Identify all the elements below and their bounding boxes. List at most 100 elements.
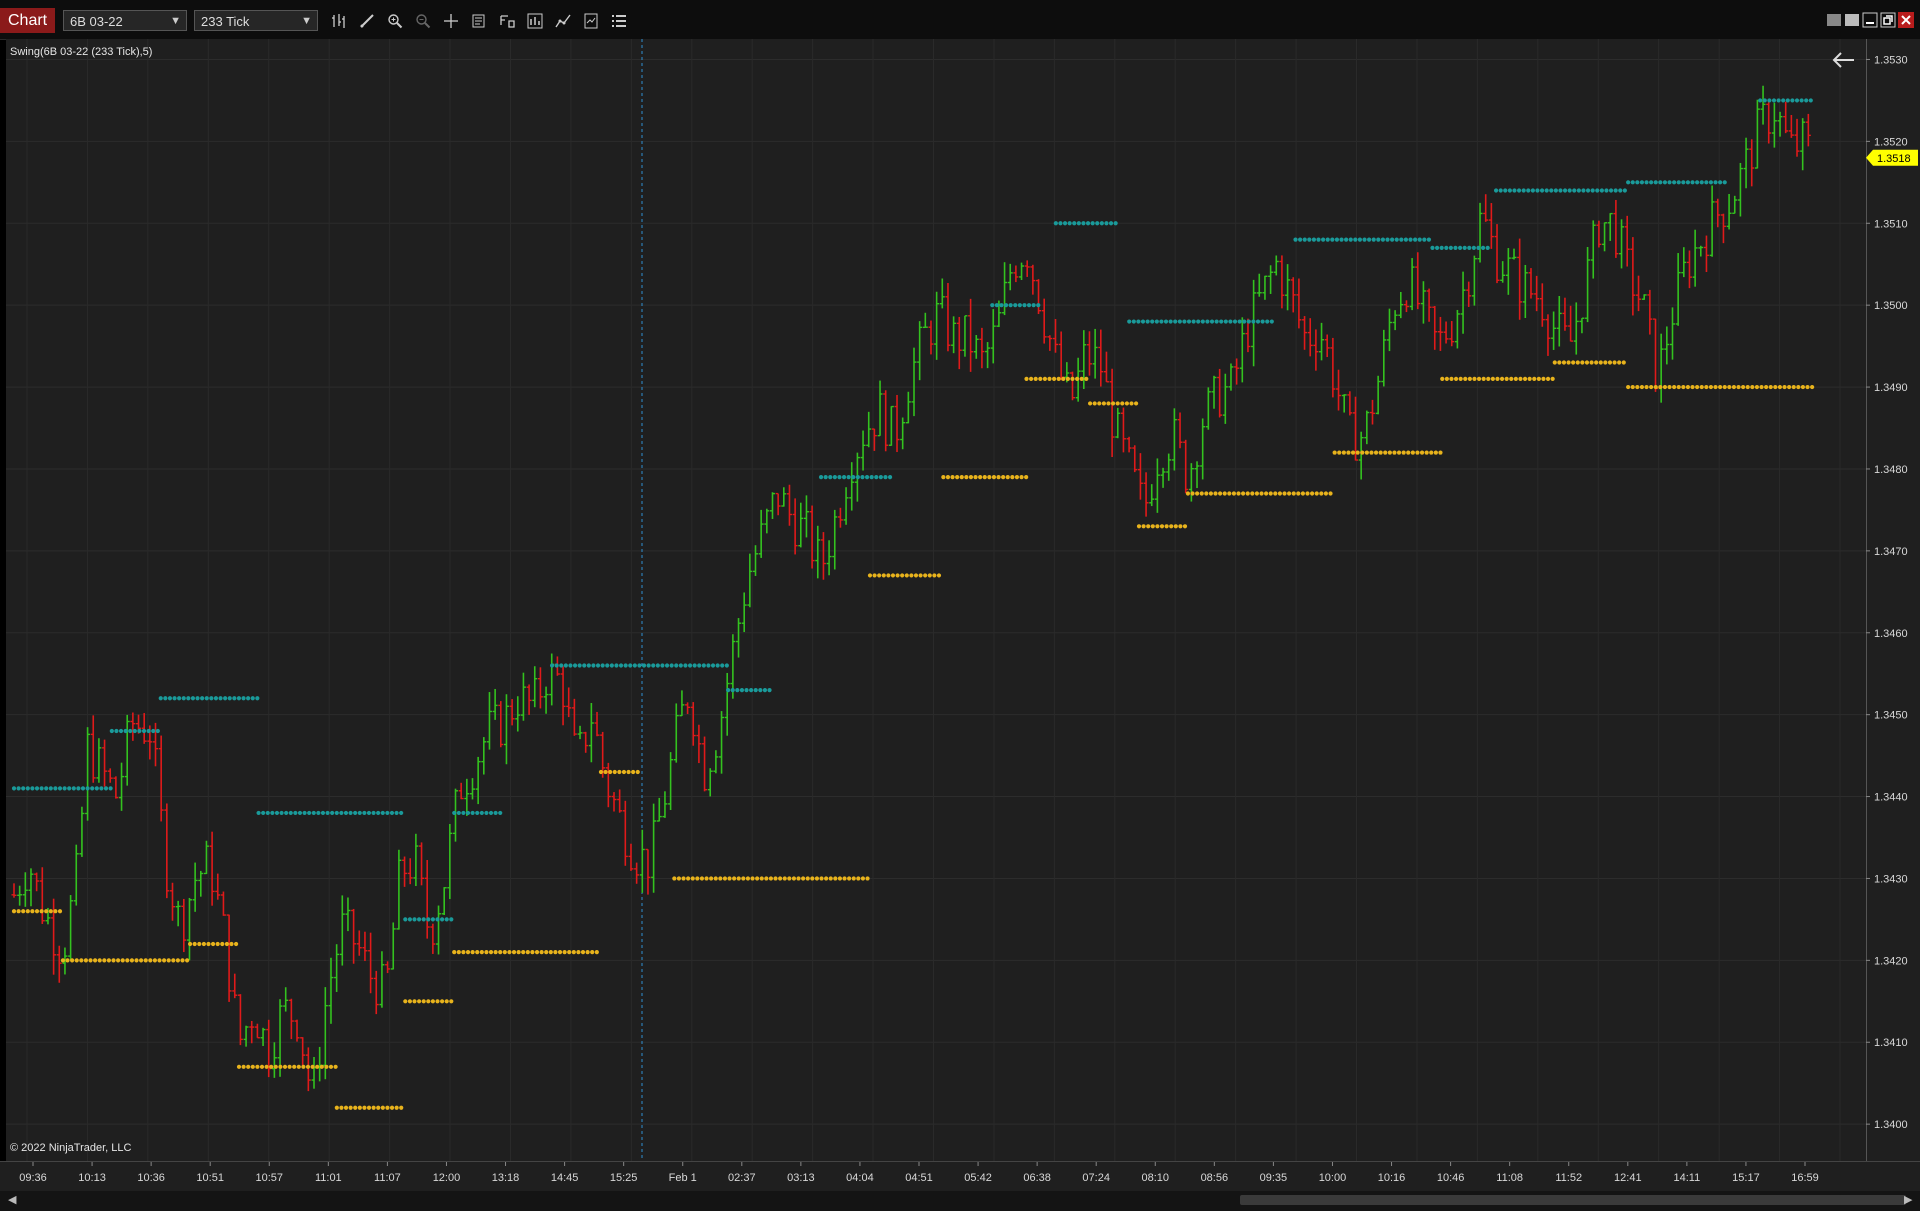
ohlc-bar: [526, 684, 532, 715]
swing-high-line: [158, 696, 260, 701]
time-tick-label: 10:13: [78, 1172, 106, 1184]
ohlc-bar: [249, 1020, 255, 1044]
ohlc-bar: [747, 553, 753, 608]
time-axis[interactable]: 09:36 10:13 10:36 10:51 10:57 11:01 11:07 12:00…: [0, 1161, 1920, 1192]
ohlc-bar: [1619, 219, 1625, 269]
ohlc-bar: [769, 492, 775, 519]
time-tick-label: 10:57: [256, 1172, 284, 1184]
time-tick-label: 16:59: [1791, 1172, 1819, 1184]
swing-low-line: [403, 999, 454, 1004]
ohlc-bar: [1494, 224, 1500, 284]
price-tick-label: 1.3480: [1874, 464, 1908, 476]
ohlc-bar: [990, 309, 996, 364]
ohlc-bar: [1154, 458, 1160, 513]
window-layout-icon[interactable]: [1844, 12, 1860, 28]
ohlc-bar: [1681, 247, 1687, 278]
price-tick-label: 1.3530: [1874, 54, 1908, 66]
scroll-right-icon[interactable]: ▶: [1904, 1193, 1912, 1206]
ohlc-bar: [707, 768, 713, 797]
ohlc-bar: [1171, 408, 1177, 471]
strategies-icon[interactable]: [524, 10, 546, 32]
data-box-icon[interactable]: [468, 10, 490, 32]
indicators-icon[interactable]: [552, 10, 574, 32]
instrument-selector[interactable]: 6B 03-22 ▼: [63, 10, 187, 31]
chart-toolbar: Chart 6B 03-22 ▼ 233 Tick ▼: [0, 0, 1920, 40]
properties-icon[interactable]: [496, 10, 518, 32]
ohlc-bar: [673, 703, 679, 763]
time-tick-label: 03:13: [787, 1172, 815, 1184]
ohlc-bar: [85, 727, 91, 821]
ohlc-bar: [837, 507, 843, 528]
ohlc-bar: [1109, 368, 1115, 458]
bar-type-selector[interactable]: 233 Tick ▼: [194, 10, 318, 31]
ohlc-bar: [1477, 202, 1483, 263]
price-chart[interactable]: [6, 39, 1866, 1161]
ohlc-bar: [1103, 351, 1109, 383]
ohlc-bar: [1137, 453, 1143, 500]
ohlc-bar: [34, 872, 40, 892]
list-icon[interactable]: [608, 10, 630, 32]
ohlc-bar: [605, 762, 611, 808]
ohlc-bar: [1443, 321, 1449, 344]
time-tick-label: 05:42: [964, 1172, 992, 1184]
ohlc-bar: [775, 492, 781, 516]
scroll-thumb[interactable]: [1240, 1195, 1906, 1205]
swing-high-line: [1493, 188, 1627, 193]
price-tick-label: 1.3440: [1874, 792, 1908, 804]
ohlc-bar: [1585, 246, 1591, 323]
ohlc-bar: [11, 883, 17, 898]
back-arrow-icon[interactable]: [1830, 48, 1858, 72]
minimize-icon[interactable]: [1862, 12, 1878, 28]
ohlc-bar: [1590, 220, 1596, 279]
ohlc-bar: [1545, 314, 1551, 356]
indicator-label: Swing(6B 03-22 (233 Tick),5): [10, 46, 153, 58]
draw-line-icon[interactable]: [356, 10, 378, 32]
chevron-down-icon: ▼: [301, 15, 312, 27]
window-layout-icon[interactable]: [1826, 12, 1842, 28]
ohlc-bar: [1794, 118, 1800, 157]
ohlc-bar: [786, 484, 792, 526]
swing-low-line: [1552, 360, 1626, 365]
ohlc-bar: [232, 973, 238, 999]
templates-icon[interactable]: [580, 10, 602, 32]
close-icon[interactable]: [1898, 12, 1914, 28]
scroll-left-icon[interactable]: ◀: [8, 1193, 16, 1206]
horizontal-scrollbar[interactable]: ◀ ▶: [0, 1191, 1920, 1211]
ohlc-bar: [617, 789, 623, 813]
ohlc-bar: [124, 714, 130, 786]
ohlc-bar: [492, 688, 498, 720]
ohlc-bar: [911, 347, 917, 417]
ohlc-bar: [498, 701, 504, 748]
ohlc-bar: [407, 858, 413, 885]
zoom-in-icon[interactable]: [384, 10, 406, 32]
swing-low-line: [1136, 524, 1188, 529]
ohlc-bar: [175, 900, 181, 927]
ohlc-bar: [1392, 310, 1398, 331]
time-tick-label: 10:46: [1437, 1172, 1465, 1184]
ohlc-bar: [1602, 222, 1608, 252]
time-tick-label: Feb 1: [669, 1172, 697, 1184]
ohlc-bar: [1211, 375, 1217, 409]
ohlc-bar: [1358, 431, 1364, 480]
ohlc-bar: [1641, 294, 1647, 300]
ohlc-bar: [922, 312, 928, 329]
ohlc-bar: [186, 897, 192, 961]
ohlc-bar: [1347, 391, 1353, 416]
restore-icon[interactable]: [1880, 12, 1896, 28]
zoom-out-icon[interactable]: [412, 10, 434, 32]
swing-high-line: [452, 810, 503, 816]
bar-type-icon[interactable]: [328, 10, 350, 32]
swing-low-line: [11, 909, 63, 914]
ohlc-bar: [736, 618, 742, 658]
chart-tab[interactable]: Chart: [0, 8, 56, 33]
ohlc-bar: [1336, 369, 1342, 411]
crosshair-icon[interactable]: [440, 10, 462, 32]
ohlc-bar: [1500, 261, 1506, 283]
chart-plot-area[interactable]: [6, 39, 1866, 1161]
time-tick-label: 06:38: [1023, 1172, 1051, 1184]
ohlc-bar: [68, 895, 74, 960]
ohlc-bar: [809, 505, 815, 569]
price-axis[interactable]: 1.3530 1.3520 1.3510 1.3500 1.3490 1.3480 1.34…: [1866, 39, 1920, 1161]
ohlc-bar: [192, 862, 198, 912]
ohlc-bar: [679, 690, 685, 717]
